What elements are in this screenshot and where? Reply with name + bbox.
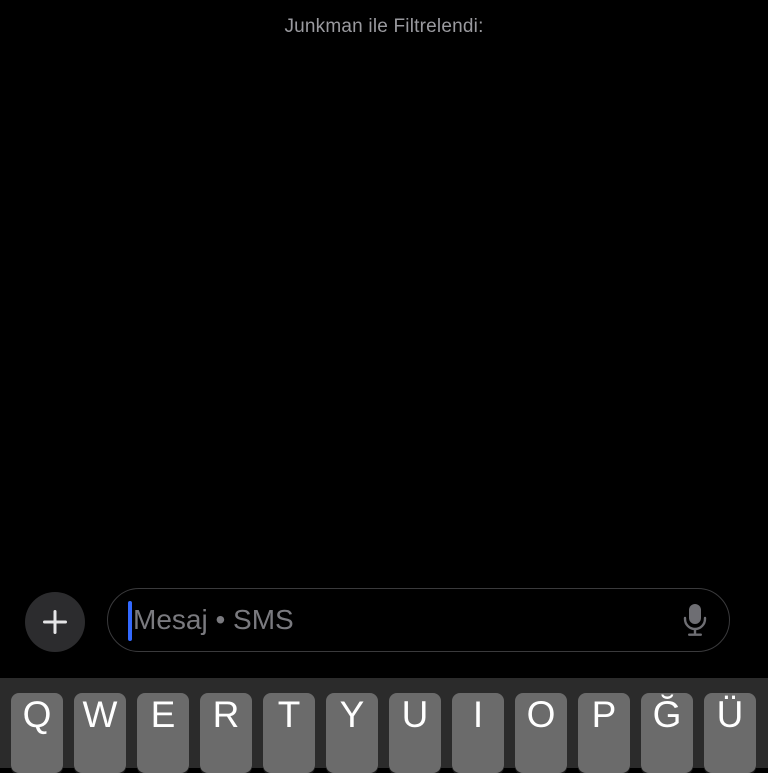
filter-label: Junkman ile Filtrelendi: (284, 16, 484, 37)
key-u[interactable]: U (389, 693, 441, 773)
key-u-umlaut[interactable]: Ü (704, 693, 756, 773)
microphone-icon[interactable] (683, 603, 707, 637)
message-placeholder: Mesaj • SMS (133, 604, 294, 635)
message-input[interactable]: Mesaj • SMS (107, 588, 730, 652)
key-e[interactable]: E (137, 693, 189, 773)
key-g-breve[interactable]: Ğ (641, 693, 693, 773)
keyboard: Q W E R T Y U I O P Ğ Ü (0, 678, 768, 773)
key-w[interactable]: W (74, 693, 126, 773)
add-attachment-button[interactable] (25, 592, 85, 652)
key-q[interactable]: Q (11, 693, 63, 773)
text-caret (128, 601, 132, 641)
plus-icon (43, 610, 67, 634)
key-o[interactable]: O (515, 693, 567, 773)
key-y[interactable]: Y (326, 693, 378, 773)
key-t[interactable]: T (263, 693, 315, 773)
key-i[interactable]: I (452, 693, 504, 773)
key-r[interactable]: R (200, 693, 252, 773)
key-p[interactable]: P (578, 693, 630, 773)
